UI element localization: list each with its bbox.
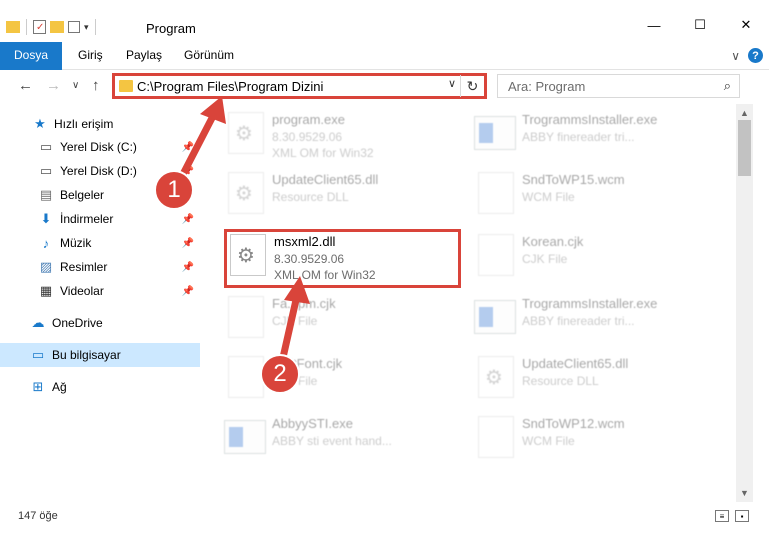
large-icons-view-icon[interactable]: ▪ [735,510,749,522]
scroll-down-icon[interactable]: ▼ [740,488,749,498]
callout-1: 1 [154,170,194,210]
arrow-2-shaft [278,296,300,366]
arrow-1-shaft [176,114,216,184]
scroll-thumb[interactable] [738,120,751,176]
details-view-icon[interactable]: ≡ [715,510,729,522]
view-switcher: ≡ ▪ [715,510,749,522]
vertical-scrollbar[interactable]: ▲ ▼ [736,104,753,502]
status-bar: 147 öğe ≡ ▪ [0,502,769,538]
arrow-2-head [284,276,310,304]
callout-2: 2 [260,354,300,394]
scroll-up-icon[interactable]: ▲ [740,108,749,118]
item-count: 147 öğe [18,510,58,522]
annotation-arrows [176,96,310,366]
